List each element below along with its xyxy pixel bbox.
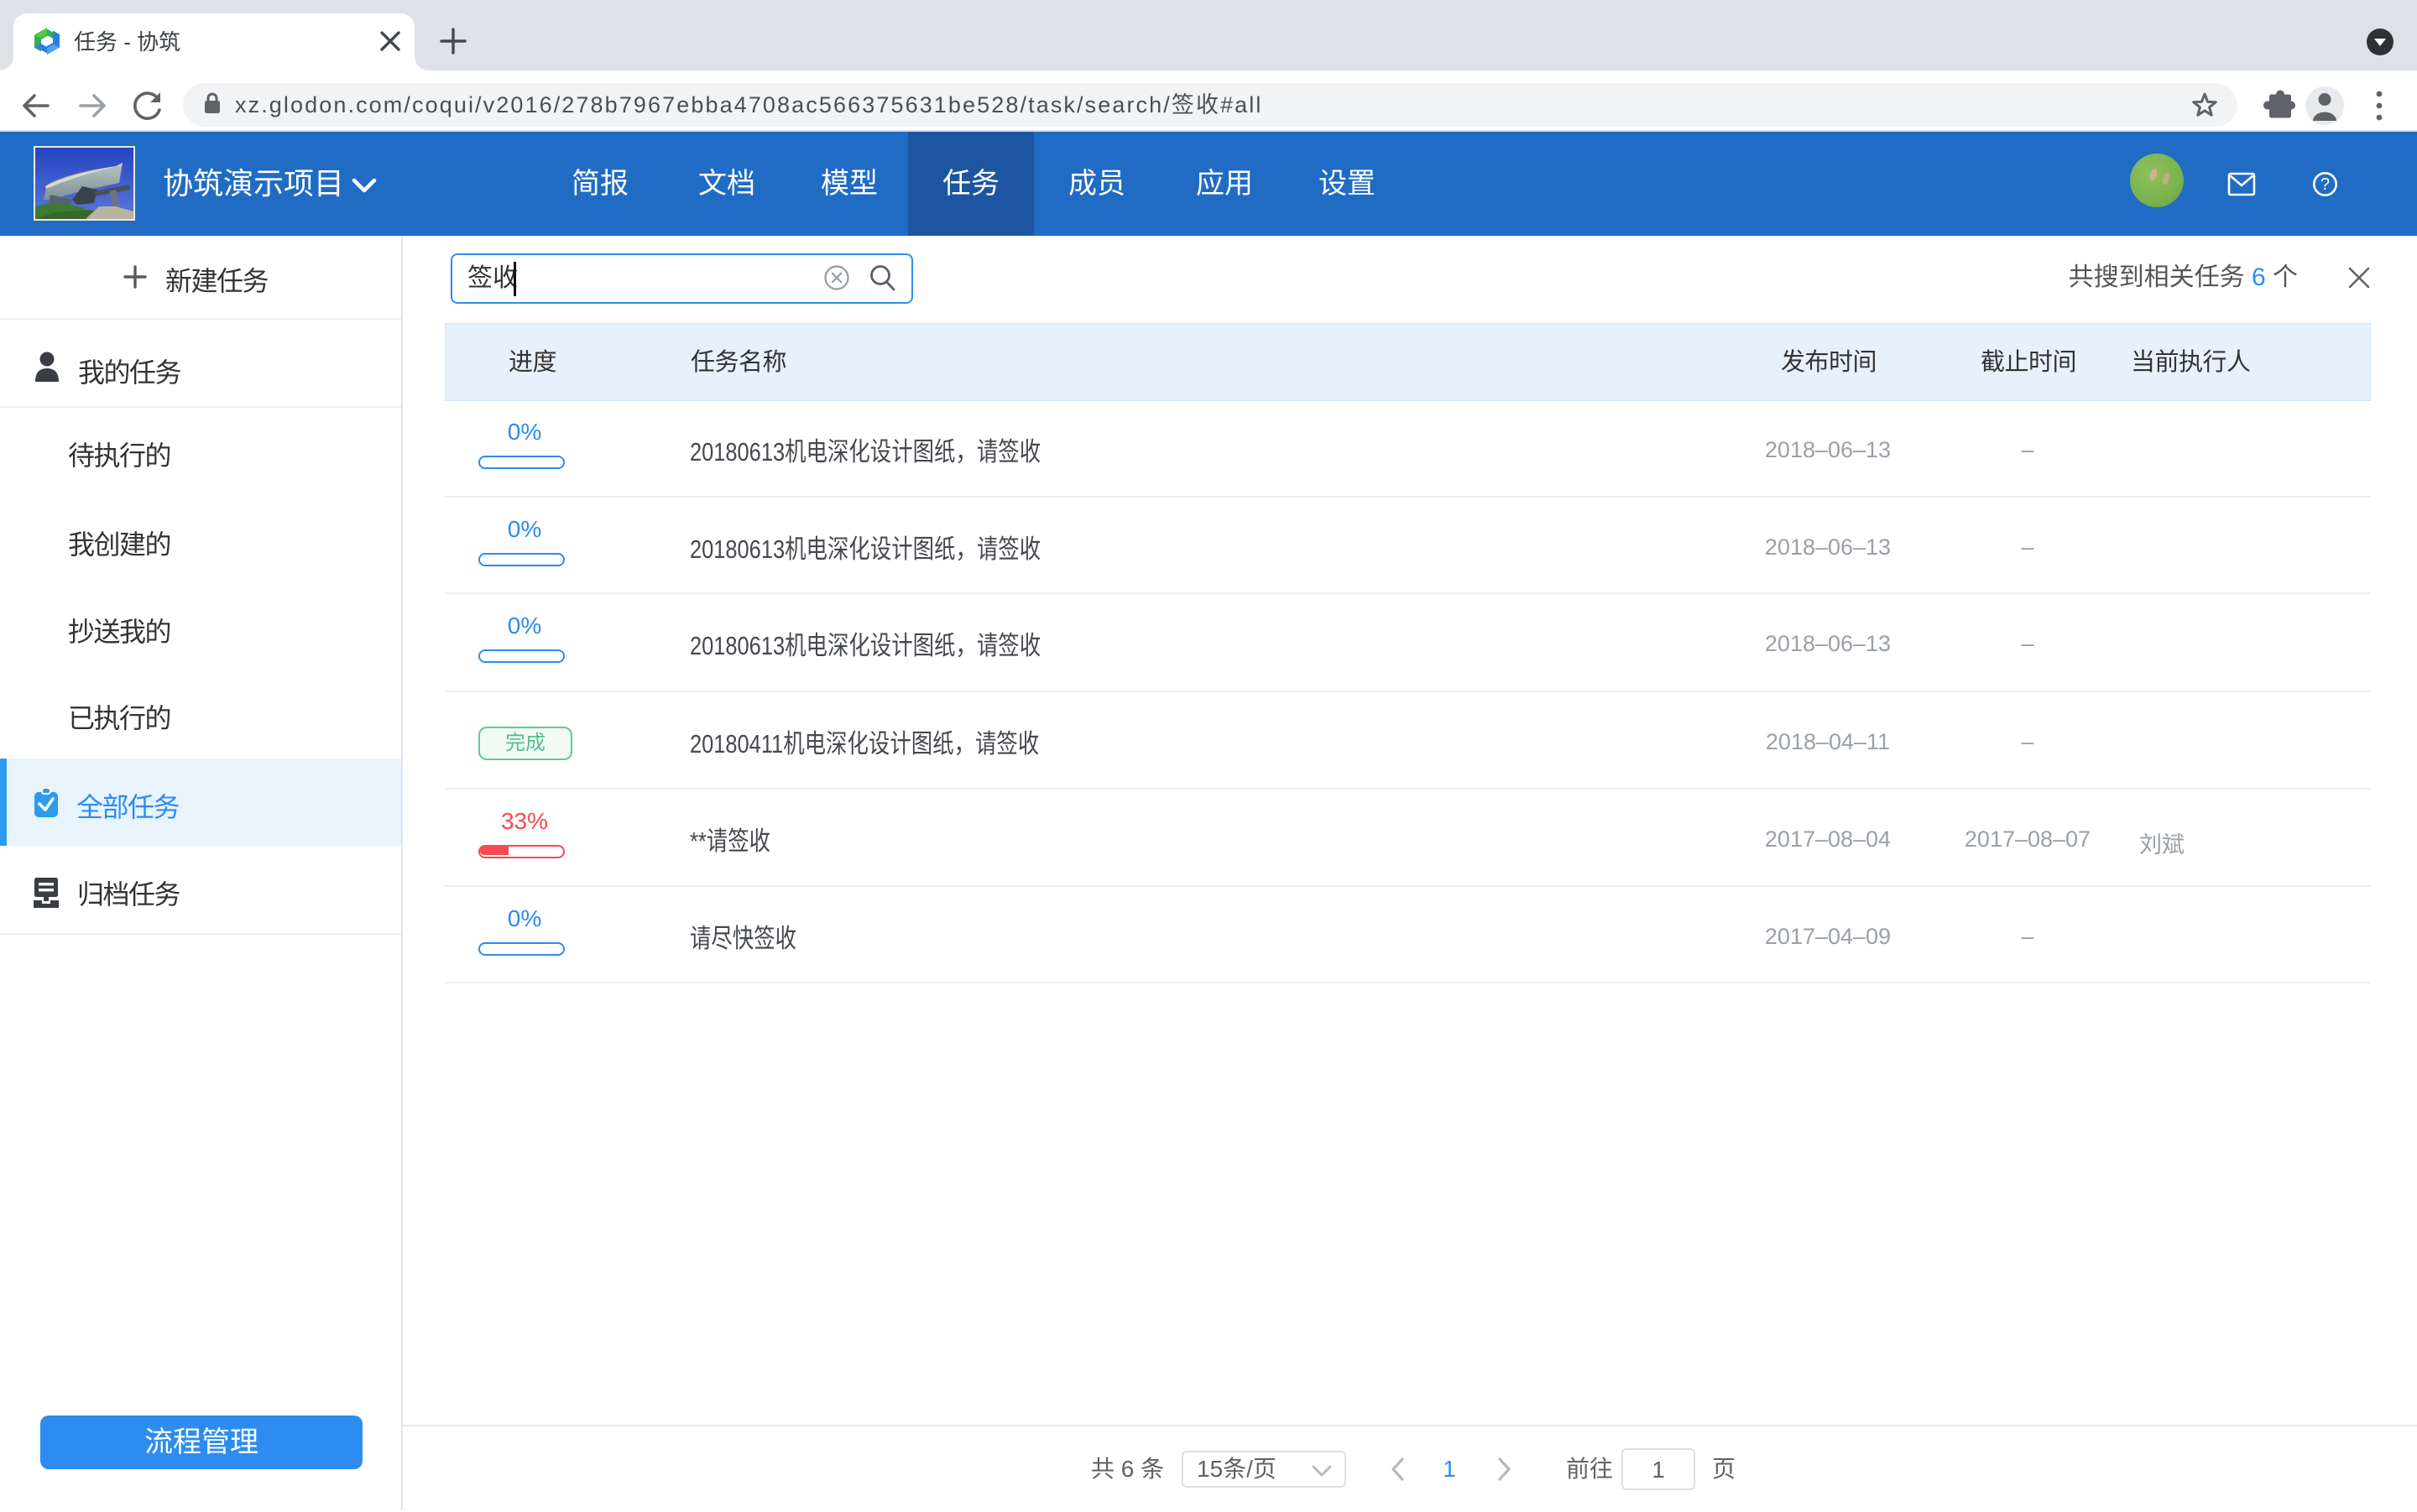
svg-text:?: ? <box>2320 175 2330 194</box>
